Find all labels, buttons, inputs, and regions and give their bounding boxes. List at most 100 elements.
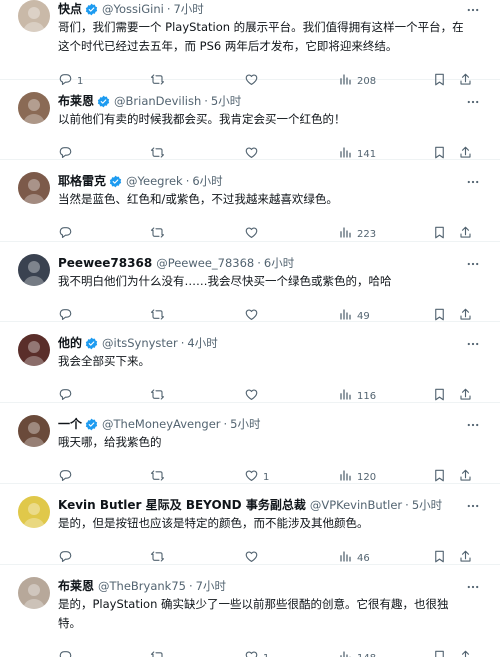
share-button[interactable] — [458, 225, 473, 243]
display-name[interactable]: 他的 — [58, 334, 82, 352]
retweet-button[interactable] — [150, 225, 169, 243]
more-options-icon[interactable] — [466, 256, 480, 270]
tweet[interactable]: 耶格雷克 @Yeegrek · 6小时 当然是蓝色、红色和/或紫色，不过我越来越喜欢绿色… — [0, 160, 500, 242]
share-icon — [458, 649, 473, 657]
user-handle[interactable]: @TheMoneyAvenger — [102, 415, 220, 433]
reply-icon — [58, 649, 73, 657]
retweet-icon — [150, 649, 165, 657]
like-button[interactable]: 1 — [244, 649, 269, 657]
display-name[interactable]: 快点 — [58, 0, 82, 18]
user-handle[interactable]: @BrianDevilish — [114, 92, 201, 110]
share-icon — [458, 225, 473, 243]
more-options-icon[interactable] — [466, 417, 480, 431]
avatar[interactable] — [18, 334, 50, 366]
views-count: 49 — [357, 310, 370, 322]
tweet[interactable]: 他的 @itsSynyster · 4小时 我会全部买下来。 116 — [0, 322, 500, 403]
views-button[interactable]: 148 — [338, 649, 376, 657]
bookmark-icon — [432, 649, 447, 657]
user-handle[interactable]: @TheBryank75 — [98, 577, 186, 595]
verified-badge-icon — [85, 3, 98, 16]
tweet[interactable]: Kevin Butler 星际及 BEYOND 事务副总裁 @VPKevinBut… — [0, 484, 500, 565]
tweet[interactable]: 布莱恩 @TheBryank75 · 7小时是的，PlayStation 确实缺少了一… — [0, 565, 500, 657]
display-name[interactable]: 布莱恩 — [58, 577, 94, 595]
retweet-button[interactable] — [150, 649, 169, 657]
avatar[interactable] — [18, 254, 50, 286]
tweet-actions: 223 — [58, 225, 478, 243]
views-count: 120 — [357, 471, 377, 483]
tweet-header: 一个 @TheMoneyAvenger · 5小时 — [58, 415, 260, 433]
bookmark-button[interactable] — [432, 649, 447, 657]
display-name[interactable]: 耶格雷克 — [58, 172, 106, 190]
separator-dot: · — [188, 579, 193, 593]
tweet-header: 布莱恩 @TheBryank75 · 7小时 — [58, 577, 226, 595]
tweet-text: 是的，但是按钮也应该是特定的颜色，而不能涉及其他颜色。 — [58, 516, 369, 530]
separator-dot: · — [257, 256, 261, 270]
views-count: 223 — [357, 228, 377, 240]
tweet[interactable]: Peewee78368 @Peewee_78368 · 6小时我不明白他们为什么没有…… — [0, 242, 500, 322]
user-handle[interactable]: @Yeegrek — [126, 172, 183, 190]
timestamp[interactable]: 7小时 — [173, 0, 203, 18]
avatar[interactable] — [18, 415, 50, 447]
timestamp[interactable]: 5小时 — [412, 496, 442, 514]
retweet-icon — [150, 225, 165, 243]
tweet[interactable]: 快点 @YossiGini · 7小时 哥们，我们需要一个 PlayStation 的展… — [0, 0, 500, 87]
more-options-icon[interactable] — [466, 579, 480, 593]
reply-button[interactable] — [58, 225, 77, 243]
tweet-header: 他的 @itsSynyster · 4小时 — [58, 334, 218, 352]
user-handle[interactable]: @VPKevinButler — [310, 496, 402, 514]
separator-dot: · — [166, 2, 171, 16]
tweet-actions: 1 148 — [58, 649, 478, 657]
tweet[interactable]: 布莱恩 @BrianDevilish · 5小时 以前他们有卖的时候我都会买。我肯定会买… — [0, 80, 500, 160]
tweet-text: 我会全部买下来。 — [58, 354, 150, 368]
more-options-icon[interactable] — [466, 498, 480, 512]
reply-icon — [58, 225, 73, 243]
timestamp[interactable]: 7小时 — [196, 577, 226, 595]
views-button[interactable]: 223 — [338, 225, 376, 243]
user-handle[interactable]: @YossiGini — [102, 0, 164, 18]
timestamp[interactable]: 5小时 — [211, 92, 241, 110]
like-icon — [244, 225, 259, 243]
more-options-icon[interactable] — [466, 2, 480, 16]
avatar[interactable] — [18, 496, 50, 528]
like-button[interactable] — [244, 225, 263, 243]
bookmark-button[interactable] — [432, 225, 447, 243]
more-options-icon[interactable] — [466, 174, 480, 188]
reply-button[interactable] — [58, 649, 77, 657]
tweet-text: 是的，PlayStation 确实缺少了一些以前那些很酷的创意。它很有趣，也很独… — [58, 597, 449, 630]
timestamp[interactable]: 6小时 — [192, 172, 222, 190]
user-handle[interactable]: @itsSynyster — [102, 334, 178, 352]
user-handle[interactable]: @Peewee_78368 — [156, 254, 254, 272]
timestamp[interactable]: 6小时 — [264, 254, 294, 272]
display-name[interactable]: Kevin Butler 星际及 BEYOND 事务副总裁 — [58, 496, 306, 514]
timestamp[interactable]: 5小时 — [230, 415, 260, 433]
timestamp[interactable]: 4小时 — [187, 334, 217, 352]
tweet-text: 哦天哪，给我紫色的 — [58, 435, 162, 449]
bookmark-icon — [432, 225, 447, 243]
tweet-text: 我不明白他们为什么没有……我会尽快买一个绿色或紫色的，哈哈 — [58, 274, 392, 288]
verified-badge-icon — [109, 175, 122, 188]
views-count: 141 — [357, 148, 377, 160]
more-options-icon[interactable] — [466, 336, 480, 350]
display-name[interactable]: Peewee78368 — [58, 254, 152, 272]
more-options-icon[interactable] — [466, 94, 480, 108]
display-name[interactable]: 布莱恩 — [58, 92, 94, 110]
tweet-header: Peewee78368 @Peewee_78368 · 6小时 — [58, 254, 294, 272]
tweet[interactable]: 一个 @TheMoneyAvenger · 5小时 哦天哪，给我紫色的 1 120 — [0, 403, 500, 484]
display-name[interactable]: 一个 — [58, 415, 82, 433]
verified-badge-icon — [85, 418, 98, 431]
tweet-text: 当然是蓝色、红色和/或紫色，不过我越来越喜欢绿色。 — [58, 192, 338, 206]
avatar[interactable] — [18, 577, 50, 609]
verified-badge-icon — [85, 337, 98, 350]
share-button[interactable] — [458, 649, 473, 657]
likes-count: 1 — [263, 653, 269, 657]
avatar[interactable] — [18, 172, 50, 204]
separator-dot: · — [223, 417, 228, 431]
separator-dot: · — [405, 498, 409, 512]
views-count: 116 — [357, 390, 377, 402]
views-icon — [338, 649, 353, 657]
avatar[interactable] — [18, 92, 50, 124]
tweet-header: Kevin Butler 星际及 BEYOND 事务副总裁 @VPKevinBut… — [58, 496, 442, 514]
tweet-header: 耶格雷克 @Yeegrek · 6小时 — [58, 172, 223, 190]
avatar[interactable] — [18, 0, 50, 32]
tweet-header: 快点 @YossiGini · 7小时 — [58, 0, 204, 18]
